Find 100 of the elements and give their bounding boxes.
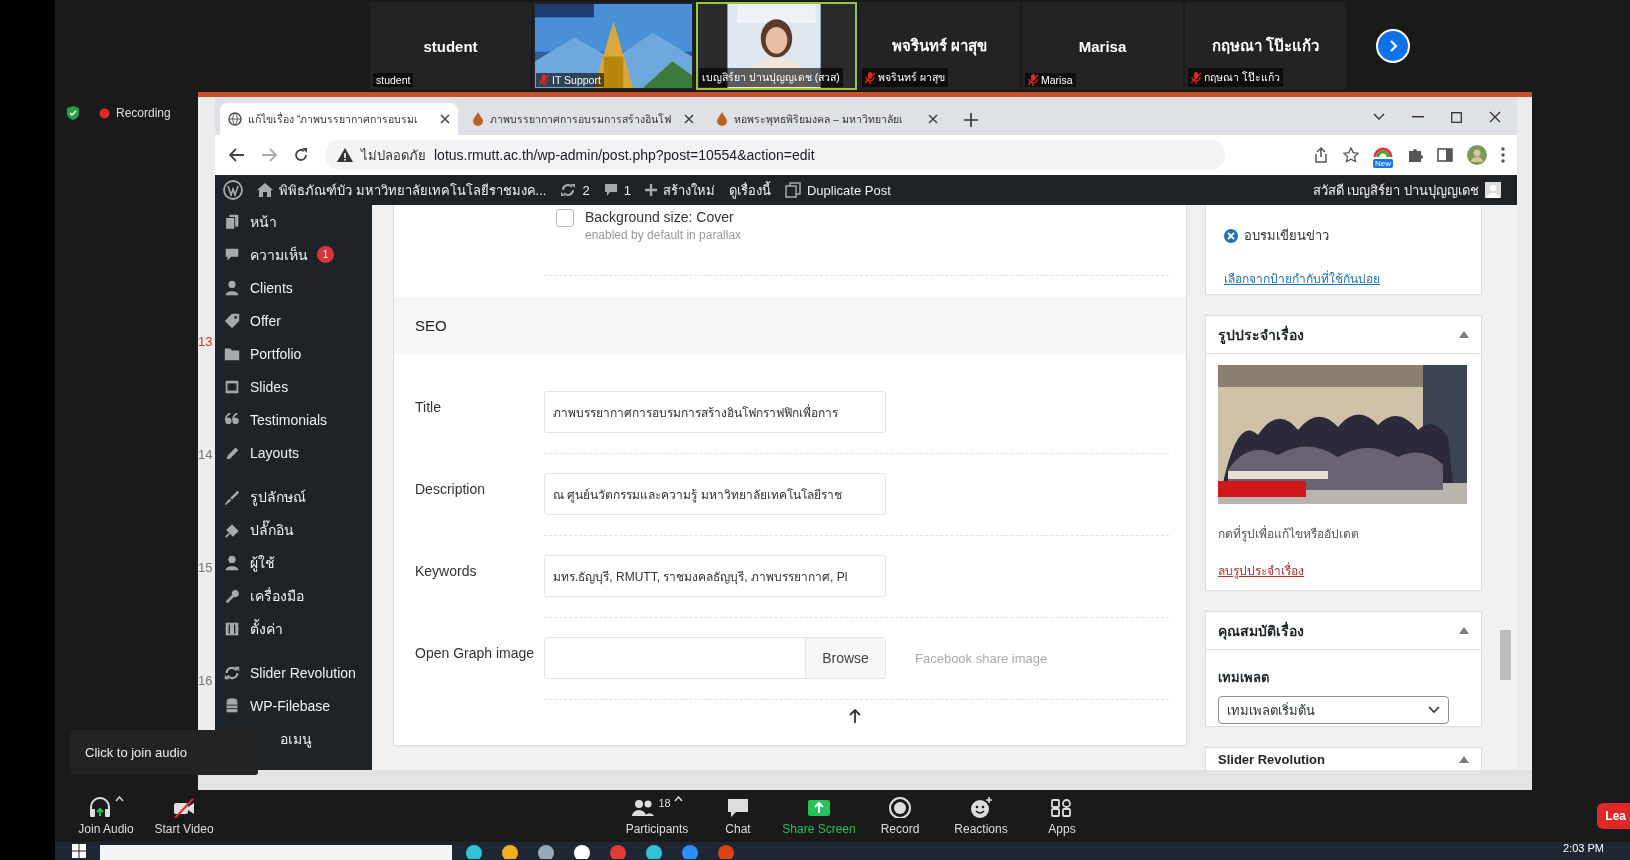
updates-link[interactable]: 2 [560,182,590,198]
browser-tab[interactable]: หอพระพุทธพิริยมงคล – มหาวิทยาลัยเ [708,103,946,135]
headphones-icon [88,796,112,818]
drop-icon [472,112,484,126]
line-number: 14 [198,446,213,464]
menu-item[interactable]: เครื่องมือ [215,579,372,612]
menu-item[interactable]: Clients [215,271,372,304]
line-number: 13 [198,333,213,351]
windows-icon[interactable] [72,844,86,858]
collapse-icon[interactable] [1459,627,1469,634]
video-off-icon [172,796,196,818]
maximize-icon[interactable] [1451,111,1462,123]
toolbar-button[interactable]: 18 Participants [618,794,696,838]
chevron-down-icon[interactable] [1373,113,1385,121]
menu-item[interactable]: Offer [215,304,372,337]
app-icon[interactable] [574,843,590,859]
browser-tab[interactable]: แก้ไขเรื่อง “ภาพบรรยากาศการอบรมเ [220,103,458,135]
hint-text: Facebook share image [915,650,1048,666]
menu-icon[interactable] [1501,147,1505,163]
name-tag: IT Support [536,73,604,87]
menu-item[interactable]: ตั้งค่า [215,612,372,645]
browse-button[interactable]: Browse [805,638,885,678]
apps-icon [1050,796,1074,818]
close-icon[interactable] [928,114,938,124]
count-badge: 1 [317,246,334,263]
menu-item[interactable]: Slider Revolution [215,656,372,689]
collapse-icon[interactable] [1459,331,1469,338]
avatar-icon [1485,182,1501,198]
text-field[interactable]: ภาพบรรยากาศการอบรมการสร้างอินโฟกราฟฟิกเพื่อการ [544,391,886,433]
remove-icon[interactable] [1224,228,1238,243]
menu-item[interactable]: Slides [215,370,372,403]
account-link[interactable]: สวัสดี เบญสิร์ยา ปานปุญญเดช [1312,179,1517,201]
menu-item[interactable]: Testimonials [215,403,372,436]
remove-link[interactable]: ลบรูปประจำเรื่อง [1218,561,1304,580]
menu-item[interactable]: Portfolio [215,337,372,370]
app-icon[interactable] [646,843,662,859]
app-icon[interactable] [466,843,482,859]
caret-up-icon[interactable] [673,796,683,802]
menu-item[interactable]: รูปลักษณ์ [215,480,372,513]
avatar-icon[interactable] [1467,145,1487,165]
new-link[interactable]: สร้างใหม่ [644,179,715,201]
text-field[interactable]: มทร.ธัญบุรี, RMUTT, ราชมงคลธัญบุรี, ภาพบรรยากาศ, Pl [544,555,886,597]
close-icon[interactable] [684,114,694,124]
puzzle-icon[interactable] [1407,147,1423,163]
wordpress-logo-icon[interactable] [223,180,243,200]
menu-item[interactable]: หน้า [215,205,372,238]
app-icon[interactable] [502,843,518,859]
minimize-icon[interactable] [1412,116,1424,118]
close-icon[interactable] [1489,111,1501,123]
security-label[interactable]: ไม่ปลอดภัย [361,144,426,166]
browser-tab[interactable]: ภาพบรรยากาศการอบรมการสร้างอินโฟ [464,103,702,135]
text-field[interactable]: ณ ศูนย์นวัตกรรมและความรู้ มหาวิทยาลัยเทคโนโลยีราช [544,473,886,515]
name-tag: พจรินทร์ ผาสุข [862,68,948,87]
tag-label: อบรมเขียนข่าว [1244,227,1329,245]
toolbar-button[interactable]: Join Audio [67,794,145,838]
duplicate-link[interactable]: Duplicate Post [784,182,891,198]
view-link[interactable]: ดูเรื่องนี้ [728,179,771,201]
new-tab-icon[interactable] [964,113,978,127]
checkbox[interactable] [556,209,574,227]
toolbar-button[interactable]: Apps [1023,794,1101,838]
record-icon [888,796,912,818]
reload-icon[interactable] [293,147,309,163]
address-bar[interactable]: ไม่ปลอดภัย lotus.rmutt.ac.th/wp-admin/post.php?post=10554&action=edit [325,140,1225,170]
url-text: lotus.rmutt.ac.th/wp-admin/post.php?post=10554&action=edit [434,147,815,163]
up-arrow-icon[interactable] [849,709,861,723]
back-icon[interactable] [229,148,245,162]
site-link[interactable]: พิพิธภัณฑ์บัว มหาวิทยาลัยเทคโนโลยีราชมงค... [257,179,547,201]
sidebar-icon[interactable] [1437,147,1453,163]
menu-item[interactable]: ปลั๊กอิน [215,513,372,546]
toolbar-button[interactable]: Record [861,794,939,838]
template-select[interactable]: เทมเพลตเริ่มต้น [1218,696,1449,724]
link[interactable]: เลือกจากป้ายกำกับที่ใช้กันบ่อย [1224,269,1380,288]
menu-item[interactable]: WP-Filebase [215,689,372,722]
close-icon[interactable] [440,114,450,124]
scrollbar-thumb[interactable] [1500,630,1511,680]
leave-button[interactable]: Lea [1597,803,1630,829]
extension-icon[interactable]: New [1373,145,1393,165]
speech-bubble-icon [603,183,618,197]
app-icon[interactable] [538,843,554,859]
toolbar-button[interactable]: Chat [699,794,777,838]
collapse-icon[interactable] [1459,755,1469,763]
box-title: รูปประจำเรื่อง [1218,324,1304,346]
star-icon[interactable] [1343,147,1359,163]
menu-item[interactable]: ผู้ใช้ [215,546,372,579]
menu-item[interactable]: ความเห็น 1 [215,238,372,271]
search-field[interactable] [100,845,452,860]
menu-item[interactable]: Layouts [215,436,372,469]
share-icon[interactable] [1313,147,1329,163]
next-page-button[interactable] [1376,29,1410,63]
copy-icon [784,182,801,198]
toolbar-button[interactable]: Reactions [942,794,1020,838]
refresh-icon [560,182,577,198]
comments-link[interactable]: 1 [603,182,631,198]
caret-up-icon[interactable] [115,796,124,802]
name-tag: Marisa [1025,73,1076,87]
person-icon [223,278,241,297]
field-label: เทมเพลต [1218,669,1270,687]
file-field[interactable]: Browse [544,637,886,679]
toolbar-button[interactable]: Share Screen [780,794,858,838]
toolbar-button[interactable]: Start Video [145,794,223,838]
